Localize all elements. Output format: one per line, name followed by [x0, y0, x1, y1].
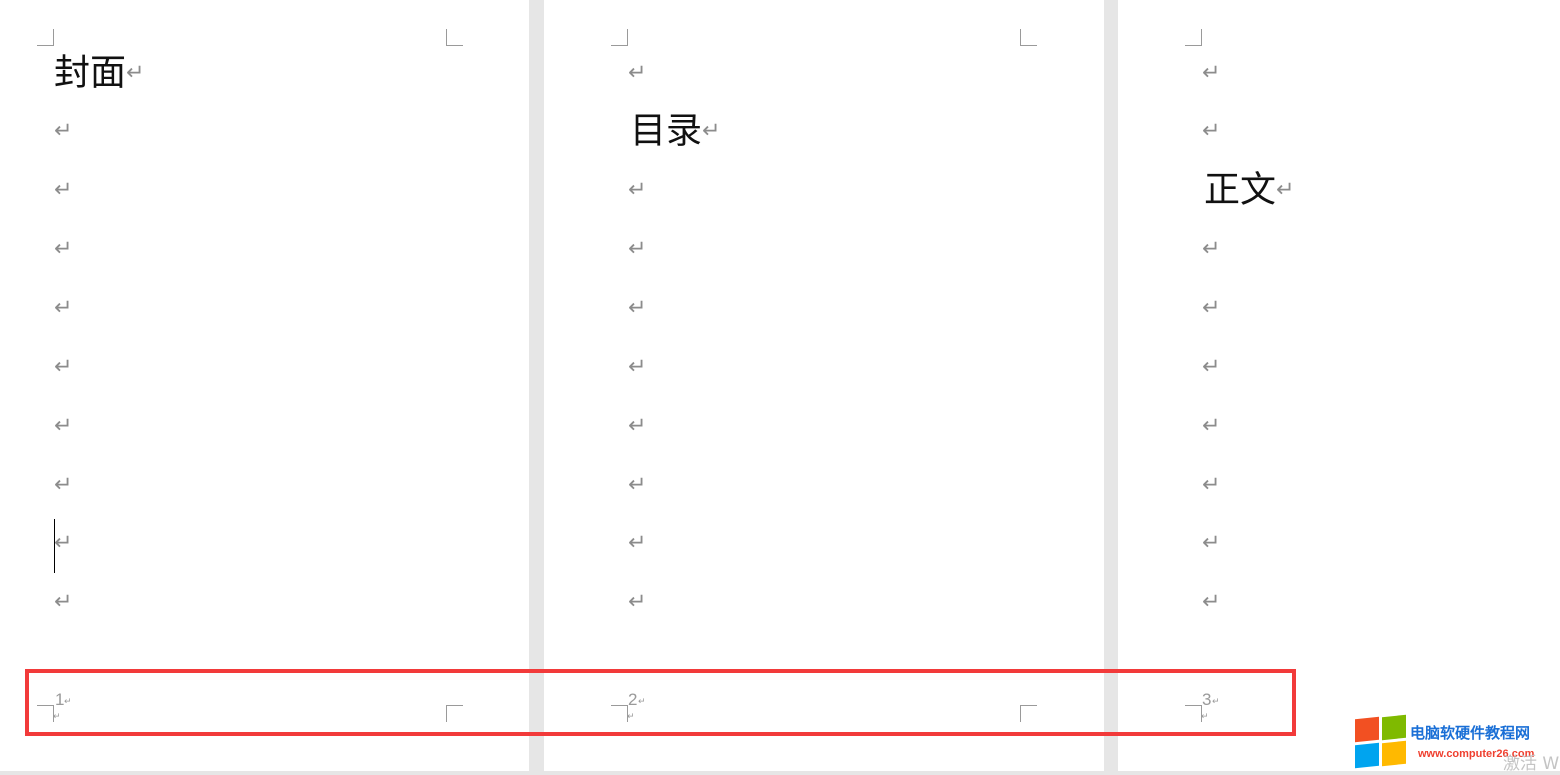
empty-paragraph[interactable]: ↵	[1202, 288, 1220, 328]
paragraph-mark-icon: ↵	[1202, 118, 1221, 144]
empty-paragraph[interactable]: ↵	[1202, 53, 1220, 93]
empty-paragraph[interactable]: ↵	[54, 582, 72, 622]
paragraph-mark-icon: ↵	[1202, 472, 1221, 498]
empty-paragraph[interactable]: ↵	[1202, 111, 1220, 151]
windows-logo-icon	[1355, 714, 1407, 769]
body-heading: 正文	[1204, 169, 1277, 211]
paragraph-mark-icon: ↵	[54, 472, 73, 498]
empty-paragraph[interactable]: ↵	[628, 229, 646, 269]
paragraph-mark-icon: ↵	[628, 177, 647, 203]
paragraph-mark-icon: ↵	[54, 413, 73, 439]
empty-paragraph[interactable]: ↵	[628, 523, 646, 563]
empty-paragraph[interactable]: ↵	[54, 170, 72, 210]
empty-paragraph[interactable]: ↵	[628, 53, 646, 93]
paragraph-mark-icon: ↵	[54, 530, 73, 556]
paragraph-mark-icon: ↵	[628, 236, 647, 262]
top-right-margin-mark	[446, 29, 463, 46]
toc-heading: 目录	[630, 110, 703, 152]
empty-paragraph[interactable]: ↵	[628, 465, 646, 505]
empty-paragraph[interactable]: ↵	[1202, 465, 1220, 505]
paragraph-mark-icon: ↵	[54, 589, 73, 615]
empty-paragraph[interactable]: ↵	[54, 465, 72, 505]
empty-paragraph[interactable]: ↵	[54, 229, 72, 269]
paragraph-mark-icon: ↵	[54, 177, 73, 203]
paragraph-mark-icon: ↵	[628, 472, 647, 498]
page-number-highlight-box	[25, 669, 1296, 736]
empty-paragraph[interactable]: ↵	[54, 288, 72, 328]
paragraph-mark-icon: ↵	[126, 60, 145, 86]
page-3[interactable]: ↵ ↵ 正文↵ ↵ ↵ ↵ ↵ ↵ ↵ ↵ 3 ↵ ↵	[1118, 0, 1560, 771]
text-cursor	[54, 519, 55, 573]
paragraph-mark-icon: ↵	[1202, 354, 1221, 380]
paragraph-mark-icon: ↵	[1202, 413, 1221, 439]
paragraph-mark-icon: ↵	[54, 295, 73, 321]
watermark-site-name: 电脑软硬件教程网	[1410, 724, 1531, 742]
empty-paragraph[interactable]: ↵	[54, 406, 72, 446]
cover-heading: 封面	[54, 52, 127, 94]
paragraph-mark-icon: ↵	[628, 530, 647, 556]
paragraph-mark-icon: ↵	[54, 354, 73, 380]
empty-paragraph[interactable]: ↵	[1202, 229, 1220, 269]
paragraph-mark-icon: ↵	[54, 236, 73, 262]
paragraph[interactable]: 封面↵	[54, 53, 144, 93]
logo-tile-yellow	[1382, 740, 1406, 767]
paragraph-mark-icon: ↵	[1276, 177, 1295, 203]
empty-paragraph[interactable]: ↵	[628, 347, 646, 387]
page-2[interactable]: ↵ 目录↵ ↵ ↵ ↵ ↵ ↵ ↵ ↵ ↵ 2 ↵ ↵	[544, 0, 1104, 771]
paragraph[interactable]: 正文↵	[1204, 170, 1294, 210]
empty-paragraph[interactable]: ↵	[628, 406, 646, 446]
logo-tile-green	[1382, 714, 1406, 741]
empty-paragraph[interactable]: ↵	[628, 288, 646, 328]
logo-tile-red	[1355, 716, 1379, 743]
paragraph-mark-icon: ↵	[628, 589, 647, 615]
empty-paragraph[interactable]: ↵	[1202, 582, 1220, 622]
empty-paragraph[interactable]: ↵	[54, 111, 72, 151]
empty-paragraph[interactable]: ↵	[54, 523, 72, 563]
empty-paragraph[interactable]: ↵	[54, 347, 72, 387]
paragraph-mark-icon: ↵	[628, 60, 647, 86]
empty-paragraph[interactable]: ↵	[1202, 406, 1220, 446]
page-1[interactable]: 封面↵ ↵ ↵ ↵ ↵ ↵ ↵ ↵ ↵ ↵ 1 ↵ ↵	[0, 0, 529, 771]
paragraph-mark-icon: ↵	[628, 354, 647, 380]
empty-paragraph[interactable]: ↵	[628, 170, 646, 210]
empty-paragraph[interactable]: ↵	[1202, 523, 1220, 563]
paragraph[interactable]: 目录↵	[630, 111, 720, 151]
top-left-margin-mark	[37, 29, 54, 46]
top-right-margin-mark	[1020, 29, 1037, 46]
activation-watermark: 激活 W	[1503, 754, 1560, 774]
paragraph-mark-icon: ↵	[1202, 295, 1221, 321]
paragraph-mark-icon: ↵	[1202, 530, 1221, 556]
logo-tile-blue	[1355, 742, 1379, 769]
paragraph-mark-icon: ↵	[54, 118, 73, 144]
top-left-margin-mark	[1185, 29, 1202, 46]
paragraph-mark-icon: ↵	[1202, 589, 1221, 615]
paragraph-mark-icon: ↵	[628, 413, 647, 439]
paragraph-mark-icon: ↵	[628, 295, 647, 321]
paragraph-mark-icon: ↵	[1202, 236, 1221, 262]
paragraph-mark-icon: ↵	[1202, 60, 1221, 86]
empty-paragraph[interactable]: ↵	[628, 582, 646, 622]
empty-paragraph[interactable]: ↵	[1202, 347, 1220, 387]
paragraph-mark-icon: ↵	[702, 118, 721, 144]
top-left-margin-mark	[611, 29, 628, 46]
